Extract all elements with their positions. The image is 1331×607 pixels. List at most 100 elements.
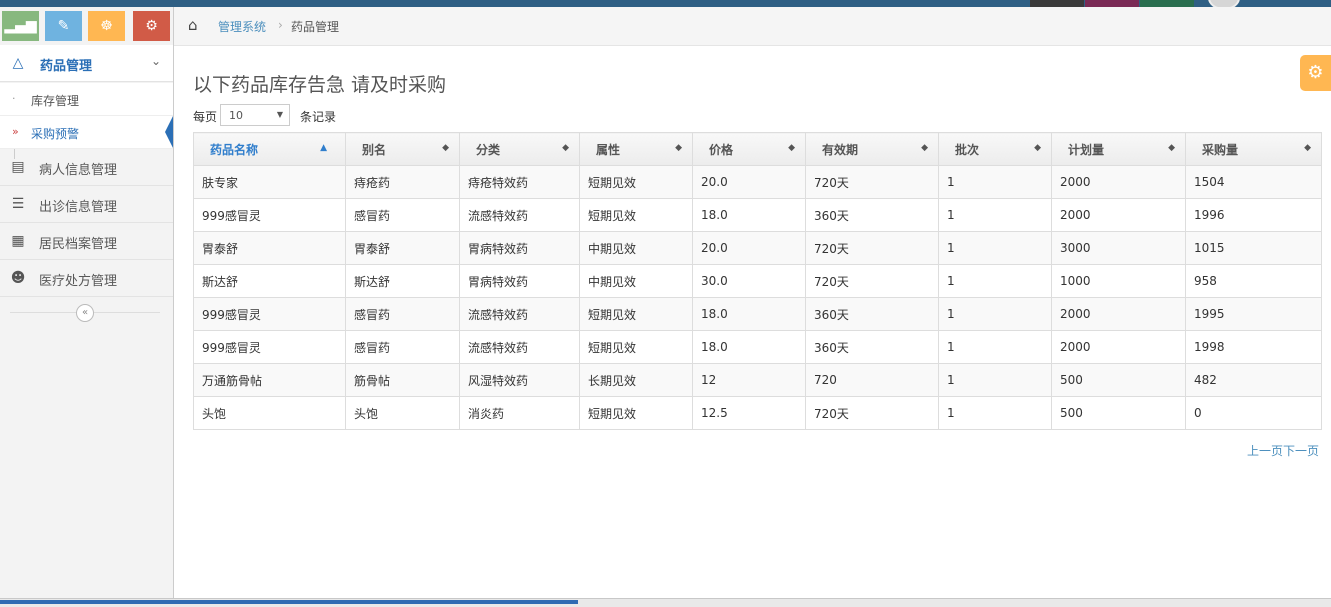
table-cell: 短期见效: [579, 165, 693, 199]
table-cell: 2000: [1051, 165, 1186, 199]
column-header-label: 别名: [362, 142, 387, 157]
group-icon: ☻: [10, 270, 26, 286]
column-header[interactable]: 采购量 ◆: [1185, 132, 1322, 166]
per-page-suffix: 条记录: [300, 110, 337, 124]
breadcrumb: ⌂ 管理系统 › 药品管理: [174, 7, 1331, 46]
column-header-label: 价格: [709, 142, 734, 157]
per-page-select[interactable]: 10 ▼: [220, 104, 290, 126]
table-row[interactable]: 万通筋骨帖 筋骨帖 风湿特效药 长期见效 12 720 1 500 482: [193, 363, 1322, 397]
sidebar-item-patients[interactable]: ▤ 病人信息管理: [0, 149, 173, 186]
table-cell: 头饱: [345, 396, 460, 430]
table-cell: 1998: [1185, 330, 1322, 364]
table-cell: 360天: [805, 297, 939, 331]
breadcrumb-separator-icon: ›: [278, 18, 283, 32]
table-row[interactable]: 斯达舒 斯达舒 胃病特效药 中期见效 30.0 720天 1 1000 958: [193, 264, 1322, 298]
collapse-sidebar-icon[interactable]: «: [76, 304, 94, 322]
column-header[interactable]: 药品名称 ▲: [193, 132, 346, 166]
sidebar-item-label: 医疗处方管理: [39, 274, 118, 289]
table-cell: 胃泰舒: [193, 231, 346, 265]
table-cell: 1: [938, 231, 1052, 265]
table-cell: 720天: [805, 396, 939, 430]
sidebar-shortcuts: ▂▄▆ ✎ ☸ ⚙: [0, 7, 173, 47]
double-angle-right-icon: »: [12, 125, 19, 138]
column-header[interactable]: 属性 ◆: [579, 132, 693, 166]
next-page-link[interactable]: 下一页: [1283, 444, 1319, 458]
home-icon[interactable]: ⌂: [188, 16, 198, 34]
table-cell: 2000: [1051, 297, 1186, 331]
navbar-swatch[interactable]: [1030, 0, 1084, 7]
table-cell: 720天: [805, 231, 939, 265]
top-navbar: [0, 0, 1331, 10]
column-header[interactable]: 有效期 ◆: [805, 132, 939, 166]
column-header[interactable]: 别名 ◆: [345, 132, 460, 166]
table-cell: 20.0: [692, 165, 806, 199]
table-cell: 999感冒灵: [193, 330, 346, 364]
table-cell: 720天: [805, 165, 939, 199]
users-icon[interactable]: ☸: [88, 11, 125, 41]
table-cell: 720: [805, 363, 939, 397]
table-cell: 肤专家: [193, 165, 346, 199]
column-header-label: 采购量: [1202, 142, 1239, 157]
sort-icon: ◆: [442, 143, 449, 153]
table-cell: 感冒药: [345, 330, 460, 364]
submenu-item-label: 采购预警: [31, 127, 80, 141]
table-cell: 18.0: [692, 297, 806, 331]
pencil-icon[interactable]: ✎: [45, 11, 82, 41]
sort-icon: ◆: [921, 143, 928, 153]
table-cell: 1: [938, 297, 1052, 331]
table-cell: 999感冒灵: [193, 198, 346, 232]
per-page-value: 10: [229, 109, 243, 122]
scrollbar-thumb[interactable]: [0, 600, 578, 604]
sidebar-item-label: 出诊信息管理: [39, 200, 118, 215]
sort-asc-icon: ▲: [320, 143, 327, 153]
table-cell: 流感特效药: [459, 330, 580, 364]
navbar-swatch[interactable]: [1085, 0, 1139, 7]
table-cell: 18.0: [692, 198, 806, 232]
submenu-item-inventory[interactable]: · 库存管理: [0, 83, 173, 116]
active-pointer: [165, 116, 173, 148]
sidebar-item-drug-management[interactable]: △ 药品管理 ⌄: [0, 45, 173, 82]
table-row[interactable]: 999感冒灵 感冒药 流感特效药 短期见效 18.0 360天 1 2000 1998: [193, 330, 1322, 364]
submenu-item-purchase-alert[interactable]: » 采购预警: [0, 116, 173, 149]
table-row[interactable]: 999感冒灵 感冒药 流感特效药 短期见效 18.0 360天 1 2000 1995: [193, 297, 1322, 331]
table-cell: 痔疮特效药: [459, 165, 580, 199]
table-row[interactable]: 999感冒灵 感冒药 流感特效药 短期见效 18.0 360天 1 2000 1996: [193, 198, 1322, 232]
table-cell: 胃泰舒: [345, 231, 460, 265]
table-row[interactable]: 胃泰舒 胃泰舒 胃病特效药 中期见效 20.0 720天 1 3000 1015: [193, 231, 1322, 265]
navbar-swatch[interactable]: [1140, 0, 1194, 7]
breadcrumb-link[interactable]: 管理系统: [218, 18, 266, 35]
sidebar-item-records[interactable]: ▦ 居民档案管理: [0, 223, 173, 260]
chevron-down-icon: ⌄: [150, 54, 161, 68]
table-cell: 958: [1185, 264, 1322, 298]
table-cell: 1: [938, 165, 1052, 199]
column-header[interactable]: 批次 ◆: [938, 132, 1052, 166]
table-cell: 1996: [1185, 198, 1322, 232]
column-header[interactable]: 分类 ◆: [459, 132, 580, 166]
table-cell: 1: [938, 396, 1052, 430]
cogs-icon[interactable]: ⚙: [133, 11, 170, 41]
table-cell: 消炎药: [459, 396, 580, 430]
column-header[interactable]: 计划量 ◆: [1051, 132, 1186, 166]
table-cell: 万通筋骨帖: [193, 363, 346, 397]
drug-table: 药品名称 ▲ 别名 ◆ 分类 ◆ 属性 ◆ 价格 ◆ 有效期 ◆ 批次 ◆ 计划量 ◆ 采购量 ◆ 肤专家 痔疮药痔…: [193, 132, 1322, 430]
table-cell: 风湿特效药: [459, 363, 580, 397]
table-body: 肤专家 痔疮药 痔疮特效药 短期见效 20.0 720天 1 2000 1504 999感冒灵 感冒…: [193, 165, 1322, 430]
caret-down-icon: ▼: [276, 110, 283, 119]
sidebar-item-prescriptions[interactable]: ☻ 医疗处方管理: [0, 260, 173, 297]
table-cell: 999感冒灵: [193, 297, 346, 331]
column-header[interactable]: 价格 ◆: [692, 132, 806, 166]
table-cell: 痔疮药: [345, 165, 460, 199]
book-icon: ▦: [11, 233, 25, 249]
settings-gear-icon[interactable]: ⚙: [1300, 55, 1331, 91]
sort-icon: ◆: [1034, 143, 1041, 153]
table-cell: 胃病特效药: [459, 264, 580, 298]
table-cell: 360天: [805, 198, 939, 232]
table-row[interactable]: 肤专家 痔疮药 痔疮特效药 短期见效 20.0 720天 1 2000 1504: [193, 165, 1322, 199]
sort-icon: ◆: [675, 143, 682, 153]
column-header-label: 有效期: [822, 142, 859, 157]
prev-page-link[interactable]: 上一页: [1247, 444, 1283, 458]
signal-icon[interactable]: ▂▄▆: [2, 11, 39, 41]
sidebar-item-visits[interactable]: ☰ 出诊信息管理: [0, 186, 173, 223]
table-cell: 1: [938, 264, 1052, 298]
table-row[interactable]: 头饱 头饱 消炎药 短期见效 12.5 720天 1 500 0: [193, 396, 1322, 430]
